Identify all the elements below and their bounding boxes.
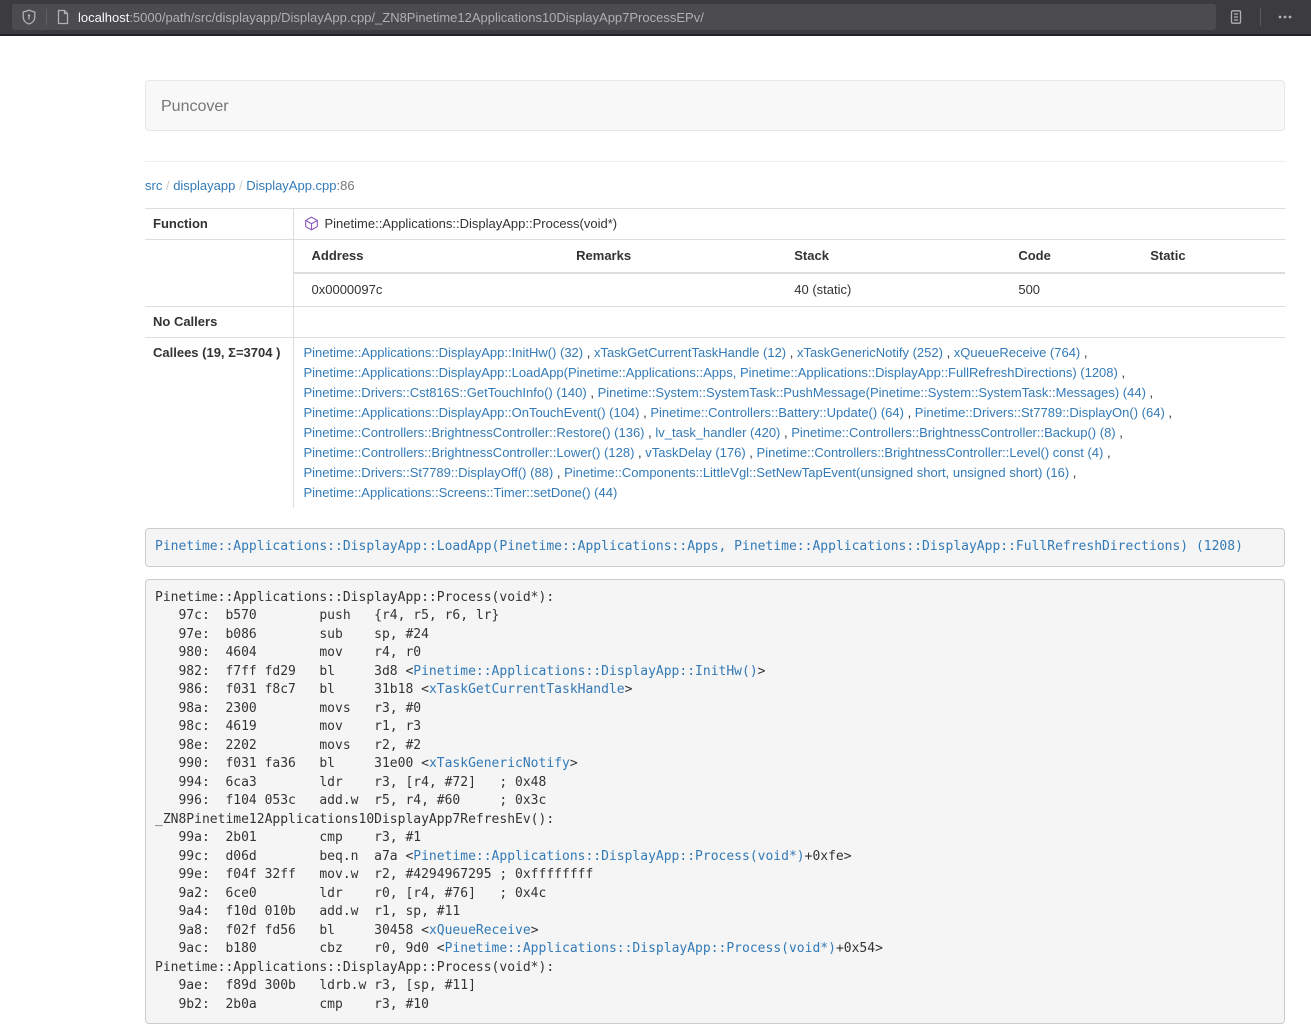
callee-separator: , [1116,425,1123,440]
reader-view-button[interactable] [1222,4,1250,30]
callee-separator: , [553,465,564,480]
callees-cell: Pinetime::Applications::DisplayApp::Init… [293,338,1285,509]
column-header-remarks: Remarks [568,240,786,273]
url-path: :5000/path/src/displayapp/DisplayApp.cpp… [129,10,704,25]
callee-separator: , [780,425,791,440]
callee-separator: , [1146,385,1153,400]
callee-link[interactable]: Pinetime::System::SystemTask::PushMessag… [598,385,1146,400]
breadcrumb-separator: / [235,178,246,193]
callee-separator: , [746,445,757,460]
stack-value: 40 (static) [786,273,1010,306]
callee-link[interactable]: Pinetime::Drivers::Cst816S::GetTouchInfo… [304,385,587,400]
callee-link[interactable]: Pinetime::Applications::DisplayApp::OnTo… [304,405,640,420]
metrics-row: Address Remarks Stack Code Static 0x0000… [145,240,1285,307]
callees-row: Callees (19, Σ=3704 ) Pinetime::Applicat… [145,338,1285,509]
function-table: Function Pinetime::Applications::Display… [145,208,1285,508]
url-text: localhost:5000/path/src/displayapp/Displ… [78,10,704,25]
breadcrumb-link[interactable]: displayapp [173,178,235,193]
callee-link[interactable]: lv_task_handler (420) [655,425,780,440]
url-bar[interactable]: localhost:5000/path/src/displayapp/Displ… [12,4,1216,30]
function-name: Pinetime::Applications::DisplayApp::Proc… [325,216,618,231]
no-callers-row: No Callers [145,307,1285,338]
remarks-value [568,273,786,306]
breadcrumb-separator: / [162,178,173,193]
line-number-suffix: :86 [337,178,355,193]
callee-link[interactable]: vTaskDelay (176) [645,445,745,460]
cube-icon [304,216,319,231]
toolbar-divider [1260,8,1261,26]
callee-link[interactable]: Pinetime::Applications::DisplayApp::Load… [304,365,1118,380]
metrics-value-row: 0x0000097c 40 (static) 500 [294,273,1286,306]
url-host: localhost [78,10,129,25]
overflow-menu-icon [1277,9,1293,25]
navbar: Puncover [145,80,1285,131]
callee-separator: , [640,405,651,420]
callee-separator: , [1103,445,1110,460]
callee-separator: , [943,345,954,360]
column-header-stack: Stack [786,240,1010,273]
menu-button[interactable] [1271,4,1299,30]
brand-link[interactable]: Puncover [146,81,244,132]
symbol-link[interactable]: Pinetime::Applications::DisplayApp::Proc… [413,849,804,864]
callee-link[interactable]: xQueueReceive (764) [954,345,1080,360]
browser-toolbar: localhost:5000/path/src/displayapp/Displ… [0,0,1311,36]
callee-link[interactable]: Pinetime::Controllers::BrightnessControl… [757,445,1104,460]
metrics-table: Address Remarks Stack Code Static 0x0000… [294,240,1286,306]
shield-icon[interactable] [21,9,37,25]
callee-link[interactable]: Pinetime::Controllers::Battery::Update()… [650,405,904,420]
symbol-link[interactable]: xQueueReceive [429,923,531,938]
column-header-static: Static [1142,240,1285,273]
urlbar-divider [46,9,47,25]
breadcrumb-link[interactable]: src [145,178,162,193]
symbol-link[interactable]: Pinetime::Applications::DisplayApp::Proc… [445,941,836,956]
column-header-code: Code [1010,240,1142,273]
callee-link[interactable]: Pinetime::Drivers::St7789::DisplayOn() (… [915,405,1165,420]
metrics-header-row: Address Remarks Stack Code Static [294,240,1286,273]
static-value [1142,273,1285,306]
callee-link[interactable]: Pinetime::Controllers::BrightnessControl… [791,425,1115,440]
callee-link[interactable]: xTaskGetCurrentTaskHandle (12) [594,345,786,360]
symbol-link[interactable]: Pinetime::Applications::DisplayApp::Init… [413,664,757,679]
symbol-link[interactable]: xTaskGenericNotify [429,756,570,771]
breadcrumb: src / displayapp / DisplayApp.cpp:86 [145,176,1285,196]
highlighted-symbol-link[interactable]: Pinetime::Applications::DisplayApp::Load… [155,539,1243,554]
callee-link[interactable]: Pinetime::Applications::Screens::Timer::… [304,485,618,500]
callee-link[interactable]: xTaskGenericNotify (252) [797,345,943,360]
callee-link[interactable]: Pinetime::Components::LittleVgl::SetNewT… [564,465,1069,480]
callee-separator: , [904,405,915,420]
address-value: 0x0000097c [294,273,569,306]
page-container: Puncover src / displayapp / DisplayApp.c… [145,80,1285,1024]
callee-separator: , [634,445,645,460]
callee-link[interactable]: Pinetime::Applications::DisplayApp::Init… [304,345,584,360]
callee-separator: , [587,385,598,400]
column-header-address: Address [294,240,569,273]
callee-link[interactable]: Pinetime::Drivers::St7789::DisplayOff() … [304,465,554,480]
highlighted-symbol-panel: Pinetime::Applications::DisplayApp::Load… [145,528,1285,567]
function-row: Function Pinetime::Applications::Display… [145,209,1285,240]
callee-separator: , [583,345,594,360]
callee-separator: , [1080,345,1087,360]
function-label: Function [145,209,293,240]
disassembly-panel: Pinetime::Applications::DisplayApp::Proc… [145,579,1285,1024]
code-value: 500 [1010,273,1142,306]
callee-separator: , [1118,365,1125,380]
no-callers-label: No Callers [145,307,293,338]
page-icon[interactable] [56,9,70,25]
callee-link[interactable]: Pinetime::Controllers::BrightnessControl… [304,445,635,460]
callee-separator: , [645,425,656,440]
callee-link[interactable]: Pinetime::Controllers::BrightnessControl… [304,425,645,440]
symbol-link[interactable]: xTaskGetCurrentTaskHandle [429,682,625,697]
callee-separator: , [1069,465,1076,480]
callee-separator: , [786,345,797,360]
divider [145,161,1285,162]
callee-separator: , [1165,405,1172,420]
callees-label: Callees (19, Σ=3704 ) [145,338,293,509]
reader-view-icon [1228,9,1244,25]
breadcrumb-link[interactable]: DisplayApp.cpp [246,178,336,193]
